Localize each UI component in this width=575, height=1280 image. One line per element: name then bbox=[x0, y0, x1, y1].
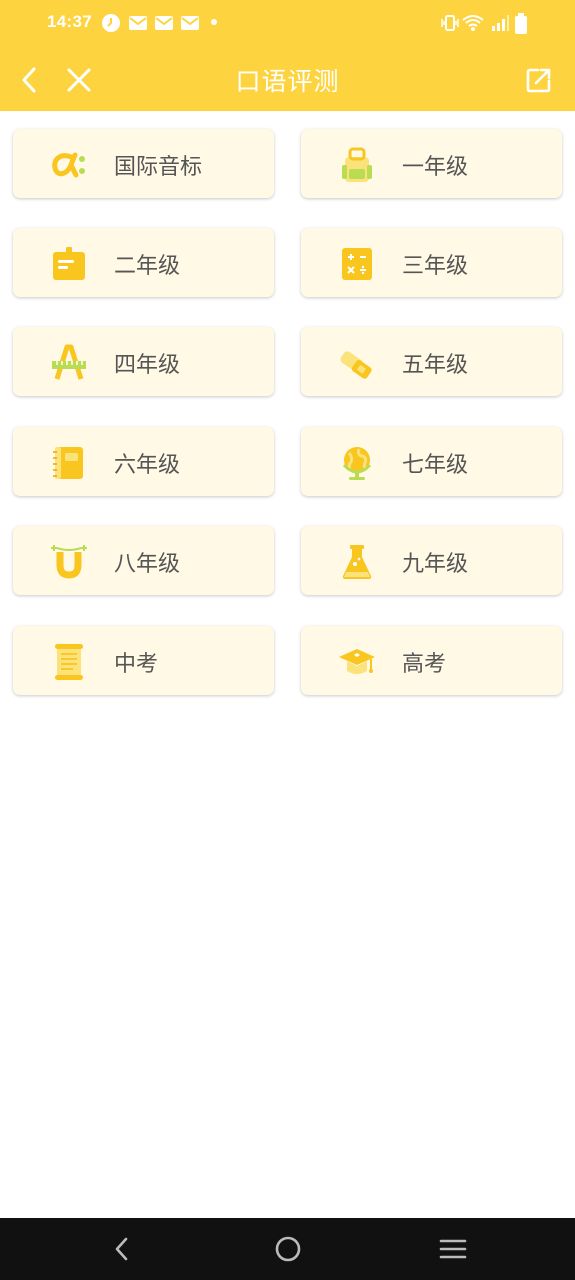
system-home-button[interactable] bbox=[268, 1232, 308, 1266]
dot-icon bbox=[211, 19, 217, 25]
alpha-icon bbox=[52, 152, 85, 178]
category-card-grade-6[interactable]: 六年级 bbox=[13, 427, 274, 496]
category-label: 三年级 bbox=[402, 254, 469, 279]
category-card-grade-1[interactable]: 一年级 bbox=[301, 129, 562, 198]
calculator-icon bbox=[342, 248, 372, 280]
signal-icon bbox=[492, 15, 509, 31]
battery-icon bbox=[515, 13, 527, 34]
vibrate-icon bbox=[441, 15, 459, 31]
folder-icon bbox=[53, 247, 85, 280]
scroll-icon bbox=[55, 644, 83, 680]
category-card-gaokao[interactable]: 高考 bbox=[301, 626, 562, 695]
system-menu-button[interactable] bbox=[433, 1232, 473, 1266]
page-title: 口语评测 bbox=[235, 67, 340, 96]
nav-home-icon bbox=[275, 1236, 301, 1262]
system-navigation-bar bbox=[0, 1218, 575, 1280]
category-card-grade-7[interactable]: 七年级 bbox=[301, 427, 562, 496]
category-card-grade-9[interactable]: 九年级 bbox=[301, 526, 562, 595]
category-label: 六年级 bbox=[114, 453, 181, 478]
category-label: 中考 bbox=[114, 652, 159, 677]
ruler-a-icon bbox=[52, 344, 86, 380]
mail-icon bbox=[155, 16, 173, 30]
eraser-icon bbox=[340, 351, 372, 379]
flask-icon bbox=[342, 545, 372, 579]
globe-icon bbox=[342, 447, 372, 480]
backpack-icon bbox=[342, 147, 372, 182]
nav-menu-icon bbox=[439, 1239, 467, 1259]
nav-back-icon bbox=[115, 1237, 128, 1261]
notebook-icon bbox=[53, 447, 83, 479]
graduation-cap-icon bbox=[339, 649, 375, 674]
category-card-grade-8[interactable]: 八年级 bbox=[13, 526, 274, 595]
category-card-grade-2[interactable]: 二年级 bbox=[13, 228, 274, 297]
category-label: 高考 bbox=[402, 652, 447, 677]
app-header: 14:37 口语评测 bbox=[0, 0, 575, 111]
status-bar: 14:37 bbox=[0, 0, 575, 46]
category-label: 八年级 bbox=[114, 552, 181, 577]
category-label: 四年级 bbox=[114, 353, 181, 378]
category-label: 五年级 bbox=[402, 353, 469, 378]
magnet-icon bbox=[51, 545, 87, 579]
mail-icon bbox=[129, 16, 147, 30]
category-label: 九年级 bbox=[402, 552, 469, 577]
category-label: 一年级 bbox=[402, 155, 469, 180]
status-time: 14:37 bbox=[47, 12, 92, 31]
clock-icon bbox=[102, 14, 120, 32]
category-card-grade-4[interactable]: 四年级 bbox=[13, 327, 274, 396]
category-label: 国际音标 bbox=[114, 155, 203, 180]
system-back-button[interactable] bbox=[102, 1232, 142, 1266]
category-card-grade-5[interactable]: 五年级 bbox=[301, 327, 562, 396]
category-card-zhongkao[interactable]: 中考 bbox=[13, 626, 274, 695]
wifi-icon bbox=[462, 15, 484, 31]
category-label: 二年级 bbox=[114, 254, 181, 279]
category-card-phonetics[interactable]: 国际音标 bbox=[13, 129, 274, 198]
category-card-grade-3[interactable]: 三年级 bbox=[301, 228, 562, 297]
category-label: 七年级 bbox=[402, 453, 469, 478]
mail-icon bbox=[181, 16, 199, 30]
